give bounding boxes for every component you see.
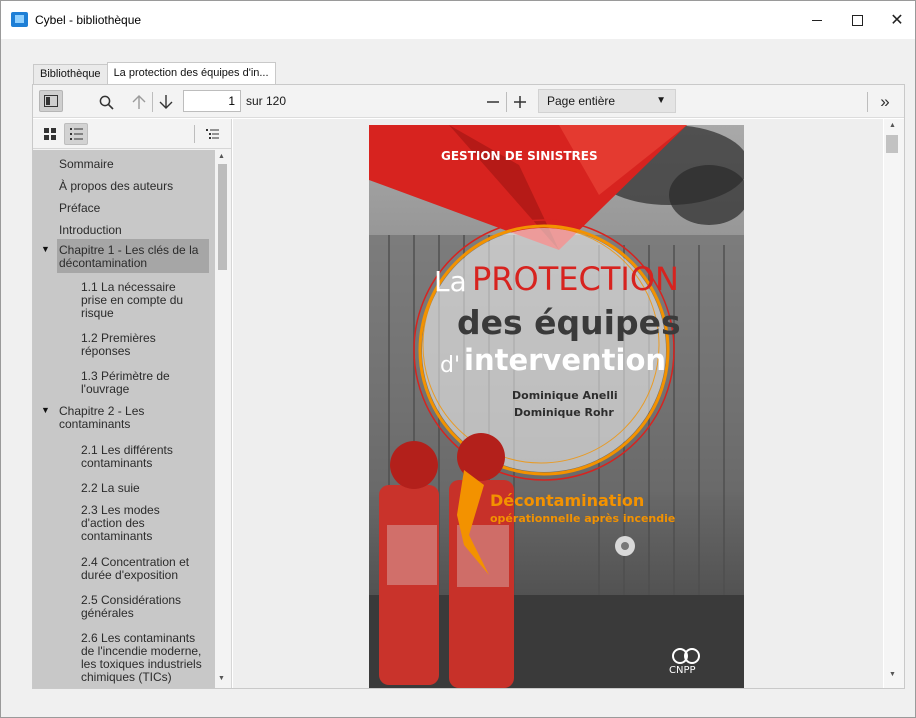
title-bar: Cybel - bibliothèque ✕ bbox=[1, 1, 915, 39]
cover-title-line2: des équipes bbox=[457, 303, 681, 342]
outline-options-button[interactable] bbox=[200, 123, 224, 145]
tab-bar: Bibliothèque La protection des équipes d… bbox=[33, 62, 276, 84]
toc-item-sommaire[interactable]: Sommaire bbox=[59, 158, 209, 171]
sidebar-separator bbox=[194, 125, 195, 143]
zoom-mode-value: Page entière bbox=[547, 94, 616, 108]
maximize-button[interactable] bbox=[837, 7, 877, 33]
cover-title-protection: PROTECTION bbox=[472, 260, 679, 298]
cover-subtitle-1: Décontamination bbox=[490, 491, 645, 510]
tab-document[interactable]: La protection des équipes d'in... bbox=[106, 62, 276, 84]
zoom-mode-select[interactable]: Page entière ▼ bbox=[538, 89, 676, 113]
search-icon bbox=[99, 95, 114, 110]
toc-item-2-2[interactable]: 2.2 La suie bbox=[81, 482, 201, 495]
tab-library[interactable]: Bibliothèque bbox=[33, 64, 108, 84]
grid-icon bbox=[44, 128, 56, 140]
expand-arrow-icon[interactable]: ▼ bbox=[41, 244, 50, 254]
zoom-out-icon bbox=[487, 101, 499, 103]
outline-view-button[interactable] bbox=[64, 123, 88, 145]
sidebar-scroll-thumb[interactable] bbox=[218, 164, 227, 270]
toc-item-2-1[interactable]: 2.1 Les différents contaminants bbox=[81, 444, 201, 470]
toc-item-2-3[interactable]: 2.3 Les modes d'action des contaminants bbox=[81, 504, 201, 543]
toc-item-1-3[interactable]: 1.3 Périmètre de l'ouvrage bbox=[81, 370, 201, 396]
scroll-up-arrow-icon[interactable]: ▲ bbox=[889, 122, 896, 129]
app-icon bbox=[11, 12, 28, 27]
cover-author-2: Dominique Rohr bbox=[514, 406, 614, 419]
toc-item-2-6[interactable]: 2.6 Les contaminants de l'incendie moder… bbox=[81, 632, 209, 684]
scroll-down-arrow-icon[interactable]: ▼ bbox=[218, 675, 225, 682]
document-scrollbar[interactable]: ▲ ▼ bbox=[884, 119, 904, 688]
cover-series: GESTION DE SINISTRES bbox=[441, 149, 598, 163]
chevron-double-right-icon: » bbox=[880, 92, 890, 111]
list-icon bbox=[69, 128, 83, 140]
next-page-button[interactable] bbox=[156, 91, 176, 113]
outline-options-icon bbox=[205, 128, 219, 139]
close-button[interactable]: ✕ bbox=[877, 7, 916, 33]
window-title: Cybel - bibliothèque bbox=[35, 13, 142, 27]
toolbar-separator bbox=[506, 92, 507, 112]
document-scroll-thumb[interactable] bbox=[886, 135, 898, 153]
page-total-label: sur 120 bbox=[246, 94, 287, 108]
cover-title-intervention: intervention bbox=[464, 343, 667, 377]
viewer-toolbar: sur 120 Page entière ▼ » bbox=[33, 85, 904, 118]
zoom-in-button[interactable] bbox=[510, 91, 530, 113]
app-window: Cybel - bibliothèque ✕ Bibliothèque La p… bbox=[0, 0, 916, 718]
minimize-button[interactable] bbox=[797, 7, 837, 33]
document-viewer: sur 120 Page entière ▼ » bbox=[32, 84, 905, 689]
chevron-down-icon: ▼ bbox=[656, 95, 666, 106]
previous-page-button[interactable] bbox=[129, 91, 149, 113]
page-canvas: GESTION DE SINISTRES La PROTECTION des é… bbox=[233, 119, 883, 688]
cover-subtitle-2: opérationnelle après incendie bbox=[490, 512, 676, 525]
cover-author-1: Dominique Anelli bbox=[512, 389, 618, 402]
toolbar-separator bbox=[867, 92, 868, 112]
publisher-logo: CNPP bbox=[669, 665, 696, 676]
arrow-up-icon bbox=[132, 95, 146, 109]
cover-title-d: d' bbox=[440, 353, 461, 378]
thumbnail-view-button[interactable] bbox=[39, 123, 61, 145]
toolbar-separator bbox=[152, 92, 153, 112]
document-page[interactable]: GESTION DE SINISTRES La PROTECTION des é… bbox=[369, 125, 744, 688]
zoom-out-button[interactable] bbox=[483, 91, 503, 113]
page-number-input[interactable] bbox=[183, 90, 241, 112]
expand-arrow-icon[interactable]: ▼ bbox=[41, 405, 50, 415]
toc-item-1-1[interactable]: 1.1 La nécessaire prise en compte du ris… bbox=[81, 281, 201, 320]
search-button[interactable] bbox=[95, 91, 117, 113]
expand-toolbar-button[interactable]: » bbox=[873, 91, 897, 113]
table-of-contents: Sommaire À propos des auteurs Préface In… bbox=[33, 150, 215, 688]
toc-item-2-4[interactable]: 2.4 Concentration et durée d'exposition bbox=[81, 556, 201, 582]
toc-item-preface[interactable]: Préface bbox=[59, 202, 209, 215]
sidebar-toggle-icon bbox=[44, 95, 58, 107]
toc-item-1-2[interactable]: 1.2 Premières réponses bbox=[81, 332, 201, 358]
arrow-down-icon bbox=[159, 95, 173, 109]
sidebar-toggle-button[interactable] bbox=[39, 90, 63, 112]
sidebar-panel: Sommaire À propos des auteurs Préface In… bbox=[33, 119, 232, 688]
toc-item-authors[interactable]: À propos des auteurs bbox=[59, 180, 209, 193]
toc-item-chapter-2[interactable]: Chapitre 2 - Les contaminants bbox=[59, 405, 169, 431]
toc-item-chapter-1[interactable]: Chapitre 1 - Les clés de la décontaminat… bbox=[59, 244, 205, 270]
scroll-down-arrow-icon[interactable]: ▼ bbox=[889, 671, 896, 678]
zoom-in-icon bbox=[514, 96, 526, 108]
sidebar-header bbox=[33, 119, 232, 149]
sidebar-scrollbar[interactable]: ▲ ▼ bbox=[215, 150, 230, 688]
scroll-up-arrow-icon[interactable]: ▲ bbox=[218, 153, 225, 160]
toc-item-2-5[interactable]: 2.5 Considérations générales bbox=[81, 594, 201, 620]
toc-item-introduction[interactable]: Introduction bbox=[59, 224, 209, 237]
cover-title-la: La bbox=[434, 265, 467, 298]
